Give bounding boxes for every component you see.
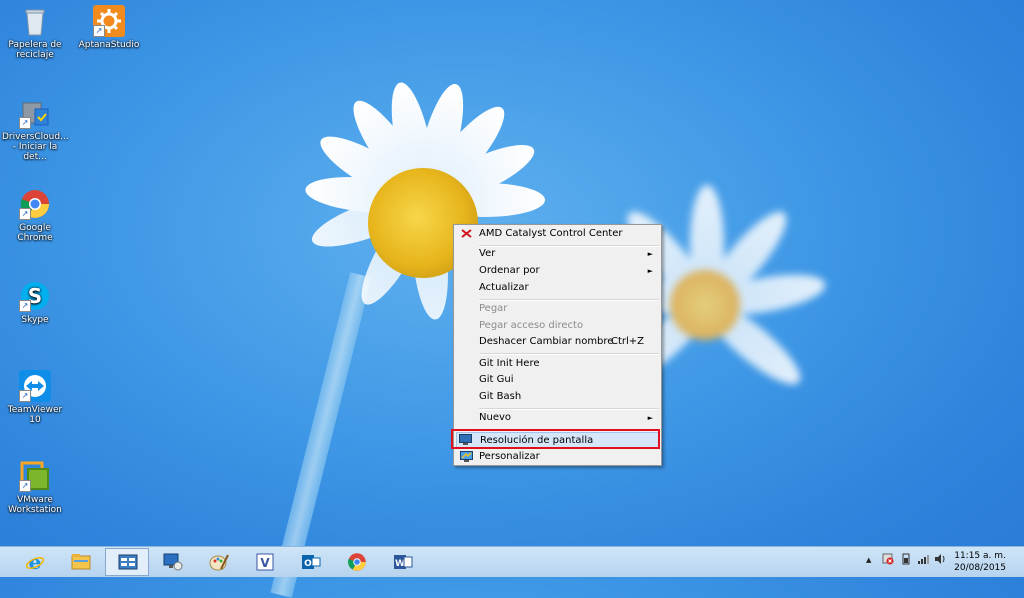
- remote-desktop-icon: [163, 552, 183, 572]
- menu-item-label: Pegar: [479, 303, 508, 314]
- menu-item-personalizar[interactable]: Personalizar: [456, 449, 659, 465]
- menu-item-label: Ordenar por: [479, 265, 540, 276]
- teamviewer-icon: ↗: [19, 370, 51, 402]
- menu-item-label: Personalizar: [479, 451, 540, 462]
- desktop-icon-drivers-cloud[interactable]: ↗ DriversCloud... - Iniciar la det...: [2, 97, 69, 162]
- control-panel-icon: [118, 553, 138, 573]
- shortcut-arrow-icon: ↗: [19, 390, 31, 402]
- menu-item-ver[interactable]: Ver ►: [456, 246, 659, 262]
- taskbar-visio[interactable]: V: [243, 548, 287, 576]
- volume-icon[interactable]: [934, 553, 946, 568]
- menu-item-amd-catalyst[interactable]: AMD Catalyst Control Center: [456, 226, 659, 242]
- shortcut-arrow-icon: ↗: [19, 300, 31, 312]
- desktop-icon-recycle-bin[interactable]: Papelera de reciclaje: [2, 5, 68, 60]
- desktop-icon-label: Papelera de reciclaje: [8, 40, 62, 60]
- desktop-icon-label: DriversCloud... - Iniciar la det...: [2, 132, 69, 162]
- amd-catalyst-icon: [460, 228, 473, 239]
- menu-item-label: Git Gui: [479, 374, 514, 385]
- vmware-icon: ↗: [19, 460, 51, 492]
- taskbar-clock[interactable]: 11:15 a. m. 20/08/2015: [954, 550, 1006, 574]
- clock-date: 20/08/2015: [954, 563, 1006, 573]
- menu-item-shortcut: Ctrl+Z: [610, 336, 644, 347]
- paint-icon: [209, 552, 229, 572]
- menu-item-pegar[interactable]: Pegar: [456, 301, 659, 317]
- menu-item-label: Git Bash: [479, 391, 522, 402]
- desktop-icon-label: Google Chrome: [17, 223, 53, 243]
- shortcut-arrow-icon: ↗: [19, 208, 31, 220]
- menu-separator: [479, 353, 659, 355]
- desktop-icon-google-chrome[interactable]: ↗ Google Chrome: [2, 188, 68, 243]
- submenu-arrow-icon: ►: [647, 250, 653, 258]
- desktop-icon-label: Skype: [21, 315, 49, 325]
- menu-item-git-gui[interactable]: Git Gui: [456, 372, 659, 388]
- taskbar-paint[interactable]: [197, 548, 241, 576]
- outlook-icon: O: [301, 552, 321, 572]
- menu-item-label: Actualizar: [479, 282, 529, 293]
- menu-item-label: Ver: [479, 248, 496, 259]
- shortcut-arrow-icon: ↗: [93, 25, 105, 37]
- aptana-studio-icon: ↗: [93, 5, 125, 37]
- submenu-arrow-icon: ►: [647, 267, 653, 275]
- skype-icon: S ↗: [19, 280, 51, 312]
- clock-time: 11:15 a. m.: [954, 551, 1006, 561]
- highlight-box: [451, 429, 660, 449]
- desktop-icon-vmware[interactable]: ↗ VMware Workstation: [2, 460, 68, 515]
- action-center-flag-icon[interactable]: [882, 553, 894, 568]
- menu-item-label: AMD Catalyst Control Center: [479, 228, 623, 239]
- chrome-icon: ↗: [19, 188, 51, 220]
- menu-item-nuevo[interactable]: Nuevo ►: [456, 410, 659, 426]
- menu-item-pegar-acceso-directo[interactable]: Pegar acceso directo: [456, 318, 659, 334]
- personalize-icon: [460, 451, 473, 462]
- menu-item-git-init-here[interactable]: Git Init Here: [456, 356, 659, 372]
- show-hidden-icons-arrow[interactable]: ▲: [866, 556, 871, 564]
- taskbar-control-panel[interactable]: [105, 548, 149, 576]
- svg-text:O: O: [304, 559, 312, 569]
- internet-explorer-icon: e: [25, 550, 45, 574]
- network-signal-icon[interactable]: [917, 553, 929, 568]
- file-explorer-icon: [71, 552, 91, 572]
- menu-item-label: Deshacer Cambiar nombre: [479, 336, 614, 347]
- shortcut-arrow-icon: ↗: [19, 117, 31, 129]
- shortcut-arrow-icon: ↗: [19, 480, 31, 492]
- battery-icon[interactable]: [900, 553, 912, 568]
- menu-item-git-bash[interactable]: Git Bash: [456, 389, 659, 405]
- menu-item-label: Nuevo: [479, 412, 512, 423]
- drivers-cloud-icon: ↗: [19, 97, 51, 129]
- desktop-icon-aptana-studio[interactable]: ↗ AptanaStudio: [76, 5, 142, 50]
- taskbar-file-explorer[interactable]: [59, 548, 103, 576]
- taskbar: e V O W ▲ 11:15 a. m. 20/08/2015: [0, 546, 1024, 577]
- menu-item-deshacer-cambiar-nombre[interactable]: Deshacer Cambiar nombre Ctrl+Z: [456, 334, 659, 350]
- submenu-arrow-icon: ►: [647, 414, 653, 422]
- word-icon: W: [393, 552, 413, 572]
- taskbar-internet-explorer[interactable]: e: [13, 548, 57, 576]
- menu-item-label: Git Init Here: [479, 358, 540, 369]
- taskbar-remote-desktop[interactable]: [151, 548, 195, 576]
- recycle-bin-icon: [19, 5, 51, 37]
- menu-item-actualizar[interactable]: Actualizar: [456, 280, 659, 296]
- desktop-icon-label: VMware Workstation: [8, 495, 62, 515]
- desktop-icon-label: AptanaStudio: [78, 40, 140, 50]
- desktop-icon-label: TeamViewer 10: [7, 405, 63, 425]
- menu-item-label: Pegar acceso directo: [479, 320, 584, 331]
- desktop-icon-teamviewer[interactable]: ↗ TeamViewer 10: [2, 370, 68, 425]
- taskbar-chrome[interactable]: [335, 548, 379, 576]
- visio-icon: V: [255, 552, 275, 572]
- menu-item-ordenar-por[interactable]: Ordenar por ►: [456, 263, 659, 279]
- taskbar-outlook[interactable]: O: [289, 548, 333, 576]
- taskbar-word[interactable]: W: [381, 548, 425, 576]
- chrome-icon: [347, 552, 367, 572]
- desktop-icon-skype[interactable]: S ↗ Skype: [2, 280, 68, 325]
- svg-text:V: V: [260, 556, 270, 570]
